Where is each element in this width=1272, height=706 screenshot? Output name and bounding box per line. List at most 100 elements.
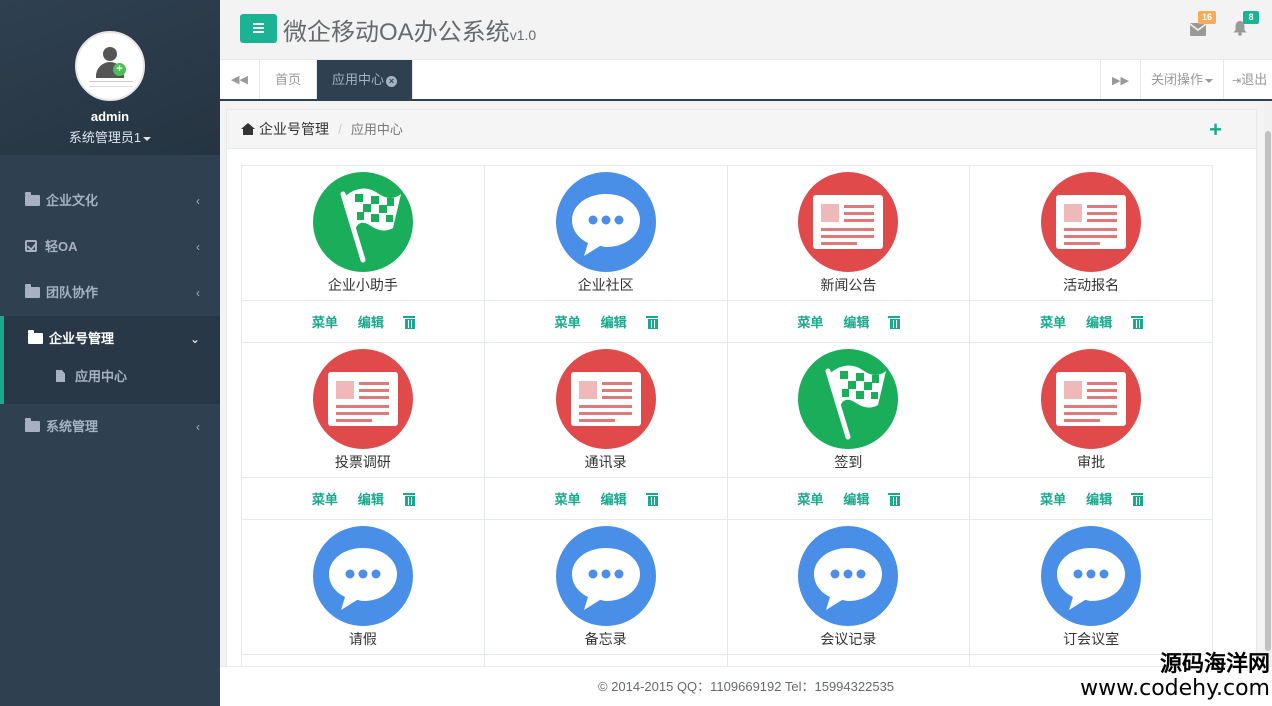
- profile-role-dropdown[interactable]: 系统管理员1: [0, 127, 220, 146]
- app-tile[interactable]: 活动报名: [970, 166, 1213, 301]
- sidebar-item-label: 企业号管理: [49, 331, 115, 346]
- trash-icon[interactable]: [645, 493, 658, 506]
- app-name: 签到: [834, 454, 863, 470]
- app-edit-button[interactable]: 编辑: [601, 489, 627, 508]
- app-menu-button[interactable]: 菜单: [1040, 312, 1066, 331]
- app-menu-button[interactable]: 菜单: [312, 312, 338, 331]
- app-tile[interactable]: 会议记录: [727, 520, 971, 655]
- app-name: 备忘录: [584, 631, 627, 647]
- trash-icon[interactable]: [888, 316, 901, 329]
- app-name: 会议记录: [820, 631, 877, 647]
- app-name: 通讯录: [584, 454, 627, 470]
- tab-home-label: 首页: [275, 72, 302, 87]
- tab-close-icon[interactable]: ×: [386, 76, 398, 87]
- app-edit-button[interactable]: 编辑: [601, 312, 627, 331]
- app-title: 微企移动OA办公系统v1.0: [283, 12, 536, 47]
- flag-icon: [798, 349, 899, 449]
- trash-icon[interactable]: [645, 316, 658, 329]
- app-tile[interactable]: 通讯录: [484, 343, 728, 478]
- app-edit-button[interactable]: 编辑: [1086, 489, 1112, 508]
- mail-button[interactable]: 16: [1189, 11, 1216, 38]
- file-icon: [56, 370, 65, 382]
- breadcrumb-current: 应用中心: [350, 122, 403, 137]
- app-menu-button[interactable]: 菜单: [797, 489, 823, 508]
- folder-icon: [25, 284, 40, 298]
- sidebar-subitem-app-center[interactable]: 应用中心: [4, 362, 220, 404]
- news-icon: [1041, 349, 1142, 449]
- watermark-url: www.codehy.com: [1080, 676, 1270, 701]
- breadcrumb-separator: /: [338, 121, 342, 137]
- app-tile[interactable]: 新闻公告: [727, 166, 971, 301]
- close-operations-dropdown[interactable]: 关闭操作: [1140, 60, 1223, 99]
- app-name: 订会议室: [1063, 631, 1120, 647]
- app-edit-button[interactable]: 编辑: [358, 489, 384, 508]
- app-tile[interactable]: 投票调研: [242, 343, 485, 478]
- logout-label: 退出: [1241, 72, 1268, 87]
- chat-icon: [1041, 526, 1142, 626]
- sidebar-item-team-collab[interactable]: 团队协作 ‹: [0, 270, 220, 316]
- app-menu-button[interactable]: 菜单: [797, 312, 823, 331]
- trash-icon[interactable]: [1131, 493, 1144, 506]
- profile-panel: + admin 系统管理员1: [0, 0, 220, 155]
- app-actions-row: [242, 655, 1213, 666]
- sidebar-item-enterprise-culture[interactable]: 企业文化 ‹: [0, 178, 220, 224]
- profile-role-label: 系统管理员1: [68, 130, 142, 145]
- avatar[interactable]: +: [75, 31, 145, 101]
- app-tile[interactable]: 企业小助手: [242, 166, 485, 301]
- close-operations-label: 关闭操作: [1150, 72, 1203, 87]
- tab-scroll-right-button[interactable]: ▶▶: [1100, 60, 1140, 99]
- content-scrollbar[interactable]: [1264, 101, 1272, 666]
- check-square-icon: [25, 240, 37, 252]
- trash-icon[interactable]: [402, 316, 415, 329]
- app-tile[interactable]: 备忘录: [484, 520, 728, 655]
- notification-button[interactable]: 8: [1233, 11, 1259, 38]
- app-tile[interactable]: 签到: [727, 343, 971, 478]
- app-tile[interactable]: 订会议室: [970, 520, 1213, 655]
- app-edit-button[interactable]: 编辑: [843, 312, 869, 331]
- menu-toggle-button[interactable]: [240, 14, 277, 43]
- app-tile[interactable]: 请假: [242, 520, 485, 655]
- trash-icon[interactable]: [402, 493, 415, 506]
- app-actions-row: 菜单 编辑 菜单 编辑 菜单 编辑 菜单 编辑: [242, 478, 1213, 520]
- chat-icon: [555, 526, 656, 626]
- sidebar-group-enterprise-account: 企业号管理 ⌄ 应用中心: [0, 316, 220, 404]
- app-menu-button[interactable]: 菜单: [312, 489, 338, 508]
- app-actions: [242, 655, 485, 666]
- app-edit-button[interactable]: 编辑: [358, 312, 384, 331]
- tab-app-center[interactable]: 应用中心 ×: [317, 60, 414, 99]
- app-actions: 菜单 编辑: [727, 478, 971, 520]
- app-row: 企业小助手 企业社区 新闻公告 活动报名: [242, 166, 1213, 301]
- app-menu-button[interactable]: 菜单: [1040, 489, 1066, 508]
- sidebar-item-label: 企业文化: [46, 193, 99, 208]
- chevron-left-icon: ‹: [196, 420, 200, 434]
- app-menu-button[interactable]: 菜单: [555, 312, 581, 331]
- app-actions-row: 菜单 编辑 菜单 编辑 菜单 编辑 菜单 编辑: [242, 301, 1213, 343]
- app-menu-button[interactable]: 菜单: [555, 489, 581, 508]
- tab-home[interactable]: 首页: [260, 60, 318, 99]
- sidebar-item-light-oa[interactable]: 轻OA ‹: [0, 224, 220, 270]
- app-edit-button[interactable]: 编辑: [843, 489, 869, 508]
- sidebar-item-label: 系统管理: [46, 419, 99, 434]
- app-tile[interactable]: 审批: [970, 343, 1213, 478]
- breadcrumb-root[interactable]: 企业号管理: [259, 121, 329, 137]
- app-tile[interactable]: 企业社区: [484, 166, 728, 301]
- app-name: 请假: [348, 631, 377, 647]
- app-actions: 菜单 编辑: [727, 301, 971, 343]
- sidebar-item-enterprise-account[interactable]: 企业号管理 ⌄: [4, 316, 220, 362]
- watermark-cn: 源码海洋网: [1159, 651, 1270, 676]
- tab-scroll-left-button[interactable]: ◀◀: [220, 60, 260, 99]
- app-actions: 菜单 编辑: [484, 478, 728, 520]
- tab-bar: ◀◀ 首页 应用中心 × ▶▶ 关闭操作 ⇥退出: [220, 60, 1272, 101]
- sidebar-item-label: 轻OA: [45, 239, 78, 254]
- flag-icon: [312, 172, 413, 272]
- chat-icon: [312, 526, 413, 626]
- profile-username: admin: [90, 109, 130, 124]
- forward-icon: ▶▶: [1112, 75, 1129, 87]
- trash-icon[interactable]: [1131, 316, 1144, 329]
- add-app-button[interactable]: +: [1209, 110, 1222, 149]
- sidebar-item-system-mgmt[interactable]: 系统管理 ‹: [0, 404, 220, 450]
- logout-button[interactable]: ⇥退出: [1223, 60, 1272, 99]
- app-edit-button[interactable]: 编辑: [1086, 312, 1112, 331]
- trash-icon[interactable]: [888, 493, 901, 506]
- caret-down-icon: [1205, 78, 1213, 83]
